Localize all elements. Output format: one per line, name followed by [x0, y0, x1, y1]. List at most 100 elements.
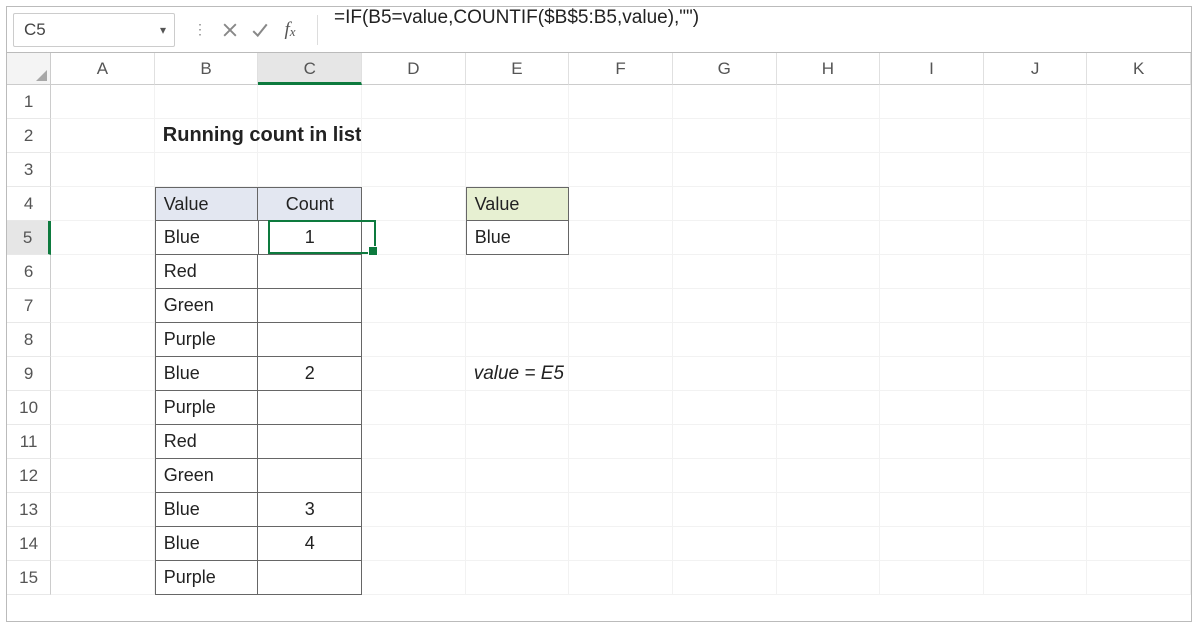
cell-C2[interactable] [258, 119, 362, 153]
cell-I6[interactable] [880, 255, 984, 289]
cell-B6[interactable]: Red [155, 255, 259, 289]
cell-E4[interactable]: Value [466, 187, 570, 221]
cell-G7[interactable] [673, 289, 777, 323]
cell-D9[interactable] [362, 357, 466, 391]
cell-C9[interactable]: 2 [258, 357, 362, 391]
cell-I7[interactable] [880, 289, 984, 323]
cell-I12[interactable] [880, 459, 984, 493]
cell-D14[interactable] [362, 527, 466, 561]
cell-H11[interactable] [777, 425, 881, 459]
cell-D10[interactable] [362, 391, 466, 425]
cell-K2[interactable] [1087, 119, 1191, 153]
cell-F4[interactable] [569, 187, 673, 221]
cell-D12[interactable] [362, 459, 466, 493]
cell-C4[interactable]: Count [258, 187, 362, 221]
cell-F7[interactable] [569, 289, 673, 323]
cell-A14[interactable] [51, 527, 155, 561]
cell-A6[interactable] [51, 255, 155, 289]
cell-A4[interactable] [51, 187, 155, 221]
cell-E9[interactable]: value = E5 [466, 357, 570, 391]
cell-F2[interactable] [569, 119, 673, 153]
cell-J5[interactable] [984, 221, 1088, 255]
cell-B5[interactable]: Blue [155, 221, 259, 255]
cell-C3[interactable] [258, 153, 362, 187]
cell-B12[interactable]: Green [155, 459, 259, 493]
cell-F10[interactable] [569, 391, 673, 425]
cell-J10[interactable] [984, 391, 1088, 425]
cell-K9[interactable] [1087, 357, 1191, 391]
cell-D1[interactable] [362, 85, 466, 119]
cell-E1[interactable] [466, 85, 570, 119]
row-header-15[interactable]: 15 [7, 561, 51, 595]
cell-C8[interactable] [258, 323, 362, 357]
row-header-1[interactable]: 1 [7, 85, 51, 119]
cell-C7[interactable] [258, 289, 362, 323]
cell-G9[interactable] [673, 357, 777, 391]
formula-input[interactable]: =IF(B5=value,COUNTIF($B$5:B5,value),"") [324, 7, 1191, 52]
cell-I3[interactable] [880, 153, 984, 187]
cell-J1[interactable] [984, 85, 1088, 119]
cell-H4[interactable] [777, 187, 881, 221]
cell-C5[interactable]: 1 [259, 221, 363, 255]
cell-A7[interactable] [51, 289, 155, 323]
cell-B11[interactable]: Red [155, 425, 259, 459]
row-header-12[interactable]: 12 [7, 459, 51, 493]
cell-H3[interactable] [777, 153, 881, 187]
cell-J12[interactable] [984, 459, 1088, 493]
cell-B3[interactable] [155, 153, 259, 187]
cell-A13[interactable] [51, 493, 155, 527]
cell-C12[interactable] [258, 459, 362, 493]
cell-I5[interactable] [880, 221, 984, 255]
cell-G4[interactable] [673, 187, 777, 221]
cell-H9[interactable] [777, 357, 881, 391]
cell-B4[interactable]: Value [155, 187, 259, 221]
cell-C1[interactable] [258, 85, 362, 119]
cell-E6[interactable] [466, 255, 570, 289]
cell-J2[interactable] [984, 119, 1088, 153]
cell-K6[interactable] [1087, 255, 1191, 289]
fx-icon[interactable]: fx [277, 15, 303, 45]
cell-G15[interactable] [673, 561, 777, 595]
cell-K4[interactable] [1087, 187, 1191, 221]
cell-C10[interactable] [258, 391, 362, 425]
cell-E2[interactable] [466, 119, 570, 153]
row-header-5[interactable]: 5 [7, 221, 51, 255]
cell-F13[interactable] [569, 493, 673, 527]
column-header-D[interactable]: D [362, 53, 466, 85]
cell-H8[interactable] [777, 323, 881, 357]
column-header-H[interactable]: H [777, 53, 881, 85]
cell-D4[interactable] [362, 187, 466, 221]
cell-F5[interactable] [569, 221, 673, 255]
cell-J15[interactable] [984, 561, 1088, 595]
cell-B13[interactable]: Blue [155, 493, 259, 527]
row-header-10[interactable]: 10 [7, 391, 51, 425]
column-header-K[interactable]: K [1087, 53, 1191, 85]
cell-B2[interactable]: Running count in list [155, 119, 259, 153]
cell-D7[interactable] [362, 289, 466, 323]
column-header-A[interactable]: A [51, 53, 155, 85]
cell-I9[interactable] [880, 357, 984, 391]
column-header-C[interactable]: C [258, 53, 362, 85]
cell-K8[interactable] [1087, 323, 1191, 357]
cell-B1[interactable] [155, 85, 259, 119]
cell-F11[interactable] [569, 425, 673, 459]
column-header-E[interactable]: E [466, 53, 570, 85]
cell-D5[interactable] [362, 221, 466, 255]
cell-A5[interactable] [51, 221, 155, 255]
cell-H10[interactable] [777, 391, 881, 425]
cell-B9[interactable]: Blue [155, 357, 259, 391]
cell-I15[interactable] [880, 561, 984, 595]
row-header-8[interactable]: 8 [7, 323, 51, 357]
cell-F12[interactable] [569, 459, 673, 493]
cell-J7[interactable] [984, 289, 1088, 323]
cell-G1[interactable] [673, 85, 777, 119]
cell-F9[interactable] [569, 357, 673, 391]
cell-D3[interactable] [362, 153, 466, 187]
cell-J9[interactable] [984, 357, 1088, 391]
cell-I10[interactable] [880, 391, 984, 425]
cell-K1[interactable] [1087, 85, 1191, 119]
cell-E12[interactable] [466, 459, 570, 493]
cell-F15[interactable] [569, 561, 673, 595]
select-all-corner[interactable] [7, 53, 51, 85]
column-header-I[interactable]: I [880, 53, 984, 85]
